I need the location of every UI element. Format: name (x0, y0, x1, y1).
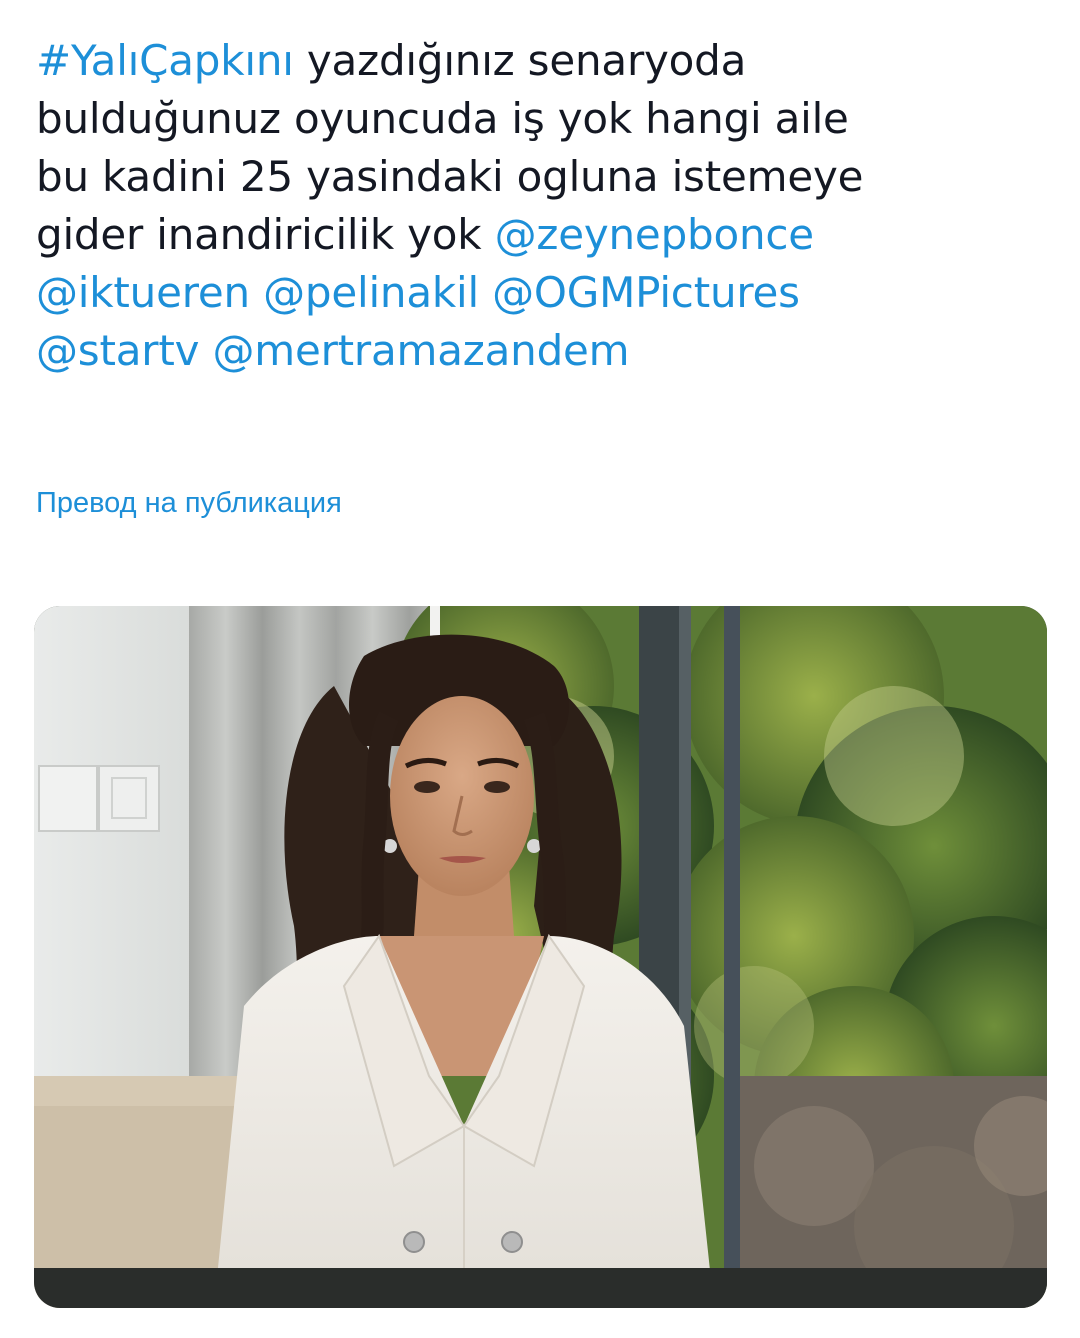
photo-icon (34, 606, 1047, 1308)
tweet-text-segment (479, 268, 492, 317)
tweet-text-segment (250, 268, 263, 317)
hashtag-link[interactable]: #YalıÇapkını (36, 36, 294, 85)
tweet-text-line: gider inandiricilik yok @zeynepbonce (36, 206, 1046, 264)
tweet-text-segment: yazdığınız senaryoda (293, 36, 747, 85)
mention-link[interactable]: @iktueren (36, 268, 250, 317)
tweet-text-segment: bu kadini 25 yasindaki ogluna istemeye (36, 152, 864, 201)
tweet-text-line: #YalıÇapkını yazdığınız senaryoda (36, 32, 1046, 90)
tweet-text-segment: gider inandiricilik yok (36, 210, 495, 259)
mention-link[interactable]: @OGMPictures (492, 268, 800, 317)
tweet-text-segment (199, 326, 212, 375)
mention-link[interactable]: @mertramazandem (212, 326, 629, 375)
tweet-text-line: bu kadini 25 yasindaki ogluna istemeye (36, 148, 1046, 206)
tweet-text-segment: bulduğunuz oyuncuda iş yok hangi aile (36, 94, 849, 143)
tweet-text-line: @startv @mertramazandem (36, 322, 1046, 380)
tweet-media-photo[interactable] (34, 606, 1047, 1308)
media-bottom-bar (34, 1268, 1047, 1308)
tweet-text-line: @iktueren @pelinakil @OGMPictures (36, 264, 1046, 322)
mention-link[interactable]: @startv (36, 326, 199, 375)
translate-post-link[interactable]: Превод на публикация (36, 487, 342, 520)
mention-link[interactable]: @zeynepbonce (495, 210, 815, 259)
tweet-text-line: bulduğunuz oyuncuda iş yok hangi aile (36, 90, 1046, 148)
tweet-text: #YalıÇapkını yazdığınız senaryoda bulduğu… (36, 32, 1046, 380)
mention-link[interactable]: @pelinakil (263, 268, 479, 317)
